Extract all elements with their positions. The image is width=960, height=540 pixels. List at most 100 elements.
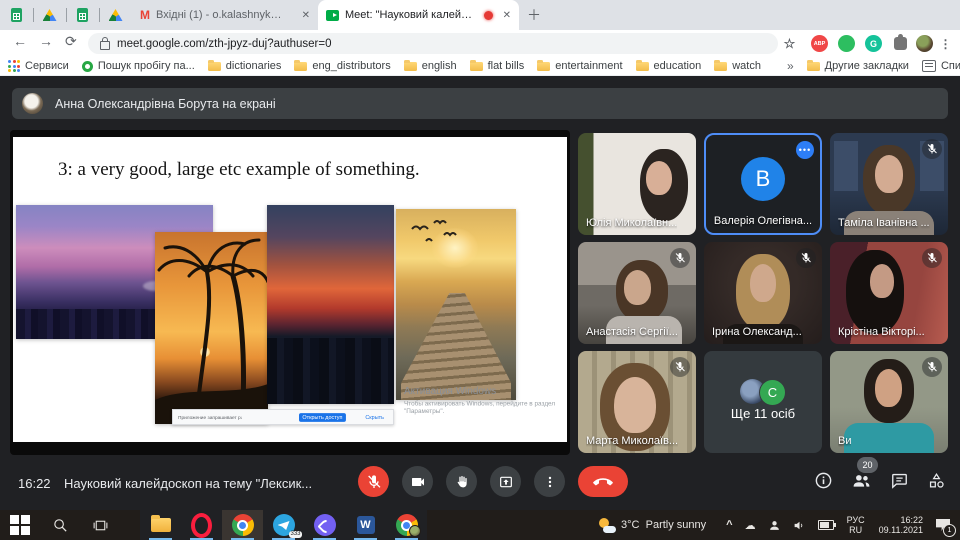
- task-view-icon: [92, 517, 109, 534]
- mic-muted-icon: [670, 357, 690, 377]
- language-indicator[interactable]: РУСRU: [847, 515, 865, 535]
- slide-photo-palm-sunset: [155, 232, 268, 424]
- pinned-tab-drive[interactable]: [33, 0, 66, 30]
- reload-button[interactable]: ⟳: [65, 33, 77, 50]
- activities-icon[interactable]: [927, 471, 946, 490]
- start-button[interactable]: [0, 510, 40, 540]
- gmail-icon: M: [140, 8, 150, 22]
- contact-icon[interactable]: [768, 519, 781, 532]
- folder-icon: [807, 62, 820, 71]
- adblock-extension-icon[interactable]: ABP: [811, 35, 828, 52]
- windows-activation-watermark: Активация Windows: [404, 386, 496, 397]
- bookmarks-overflow-chevron[interactable]: »: [787, 59, 794, 73]
- bookmark-folder[interactable]: english: [404, 60, 457, 72]
- folder-icon: [404, 62, 417, 71]
- bookmark-star-icon[interactable]: ☆: [781, 35, 798, 52]
- weather-text[interactable]: 3°C Partly sunny: [621, 519, 706, 531]
- google-sheets-icon: [11, 8, 22, 22]
- battery-icon[interactable]: [818, 520, 834, 530]
- bookmark-folder[interactable]: watch: [714, 60, 761, 72]
- other-bookmarks[interactable]: Другие закладки: [807, 60, 909, 72]
- address-bar[interactable]: meet.google.com/zth-jpyz-duj?authuser=0: [88, 33, 778, 54]
- taskbar-telegram[interactable]: 333: [263, 510, 304, 540]
- end-call-button[interactable]: [578, 466, 628, 497]
- overflow-participants-tile[interactable]: С Ще 11 осіб: [704, 351, 822, 453]
- meeting-info-icon[interactable]: [814, 471, 833, 490]
- participant-name: Таміла Іванівна ...: [838, 217, 930, 229]
- participant-tile[interactable]: Марта Миколаїв...: [578, 351, 696, 453]
- bookmark-folder[interactable]: eng_distributors: [294, 60, 390, 72]
- pinned-tab-drive-2[interactable]: [99, 0, 132, 30]
- birds: [404, 217, 464, 247]
- task-view-button[interactable]: [80, 510, 120, 540]
- forward-button[interactable]: →: [39, 33, 53, 49]
- pinned-tab-sheets-2[interactable]: [66, 0, 99, 30]
- onedrive-cloud-icon[interactable]: ☁: [745, 519, 756, 532]
- volume-icon[interactable]: [793, 519, 806, 532]
- participant-tile[interactable]: Юлія Миколаївн...: [578, 133, 696, 235]
- search-icon: [52, 517, 69, 534]
- camera-toggle-button[interactable]: [402, 466, 433, 497]
- dark-city: [267, 338, 394, 404]
- extensions-puzzle-icon[interactable]: [894, 37, 907, 50]
- more-options-button[interactable]: [534, 466, 565, 497]
- call-buttons: [358, 466, 628, 497]
- bookmark-folder[interactable]: dictionaries: [208, 60, 282, 72]
- presenting-banner-text: Анна Олександрівна Борута на екрані: [55, 97, 276, 111]
- chat-icon[interactable]: [890, 471, 909, 490]
- participant-tile[interactable]: Таміла Іванівна ...: [830, 133, 948, 235]
- taskbar-file-explorer[interactable]: [140, 510, 181, 540]
- grammarly-extension-icon[interactable]: G: [865, 35, 882, 52]
- taskbar-chrome-active[interactable]: [222, 510, 263, 540]
- weather-icon[interactable]: [598, 518, 616, 533]
- browser-menu-icon[interactable]: ⋮: [937, 35, 954, 52]
- participant-name: Юлія Миколаївн...: [586, 217, 677, 229]
- participants-icon[interactable]: [851, 470, 872, 491]
- avatar-initial: С: [759, 379, 786, 406]
- apps-grid-icon: [8, 60, 20, 72]
- tab-meet-active[interactable]: Meet: "Науковий калейдоск ✕: [318, 0, 519, 30]
- participant-tile[interactable]: Анастасія Сергії...: [578, 242, 696, 344]
- taskbar-chrome-profile[interactable]: [386, 510, 427, 540]
- new-tab-button[interactable]: ＋: [527, 5, 541, 25]
- raise-hand-button[interactable]: [446, 466, 477, 497]
- tab-gmail-label: Вхідні (1) - o.kalashnyk@kubg.ed: [156, 9, 292, 21]
- bookmark-apps[interactable]: Сервиси: [8, 60, 69, 72]
- pinned-tab-sheets[interactable]: [0, 0, 33, 30]
- taskbar-clock[interactable]: 16:2209.11.2021: [879, 515, 923, 535]
- profile-avatar[interactable]: [916, 35, 933, 52]
- mic-toggle-button-muted[interactable]: [358, 466, 389, 497]
- participant-tile[interactable]: Крістіна Вікторі...: [830, 242, 948, 344]
- folder-icon: [714, 62, 727, 71]
- close-icon[interactable]: ✕: [302, 10, 310, 21]
- participant-tile-active-speaker[interactable]: В ••• Валерія Олегівна...: [704, 133, 822, 235]
- bookmark-folder[interactable]: education: [636, 60, 702, 72]
- mic-muted-icon: [670, 248, 690, 268]
- bookmark-folder[interactable]: entertainment: [537, 60, 622, 72]
- close-icon[interactable]: ✕: [503, 10, 511, 21]
- bookmark-folder[interactable]: flat bills: [470, 60, 525, 72]
- present-screen-button[interactable]: [490, 466, 521, 497]
- taskbar-search-button[interactable]: [40, 510, 80, 540]
- browser-toolbar: ← → ⟳ meet.google.com/zth-jpyz-duj?authu…: [0, 30, 960, 57]
- slide-title: 3: a very good, large etc example of som…: [58, 159, 420, 181]
- permission-text: Приложение запрашивает разрешение предос…: [178, 414, 242, 419]
- participant-tile[interactable]: Ірина Олександ...: [704, 242, 822, 344]
- tab-gmail[interactable]: M Вхідні (1) - o.kalashnyk@kubg.ed ✕: [132, 0, 318, 30]
- evernote-extension-icon[interactable]: [838, 35, 855, 52]
- back-button[interactable]: ←: [13, 33, 27, 49]
- tray-chevron-icon[interactable]: ^: [726, 519, 732, 531]
- taskbar-opera[interactable]: [181, 510, 222, 540]
- taskbar-word[interactable]: W: [345, 510, 386, 540]
- google-meet-icon: [326, 10, 339, 21]
- screen-permission-infobar: Приложение запрашивает разрешение предос…: [172, 409, 394, 425]
- google-sheets-icon: [77, 8, 88, 22]
- tile-menu-button[interactable]: •••: [796, 141, 814, 159]
- bookmarks-bar: Сервиси Пошук пробігу па... dictionaries…: [0, 57, 960, 76]
- permission-allow-button: Открыть доступ: [299, 413, 346, 422]
- taskbar-viber[interactable]: [304, 510, 345, 540]
- reading-list[interactable]: Список для чтения: [922, 60, 960, 72]
- bookmark-item[interactable]: Пошук пробігу па...: [82, 60, 195, 72]
- file-explorer-icon: [151, 518, 171, 532]
- self-view-tile[interactable]: Ви: [830, 351, 948, 453]
